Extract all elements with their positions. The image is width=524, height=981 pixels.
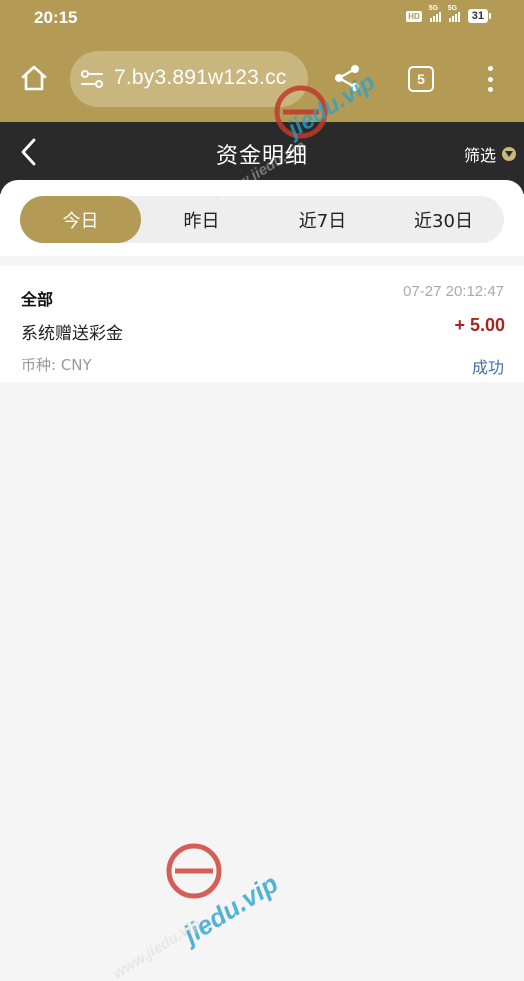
more-vert-icon[interactable] <box>482 66 498 92</box>
watermark-bottom: jiedu.vip www.jiedu.vip <box>80 820 320 981</box>
signal-icon: 5G <box>448 5 460 22</box>
watermark-url: www.jiedu.vip <box>110 915 204 981</box>
record-time: 07-27 20:12:47 <box>403 283 504 300</box>
filter-button[interactable]: 筛选 <box>464 142 516 166</box>
tab-last-7-days[interactable]: 近7日 <box>262 196 383 243</box>
record-currency: 币种: CNY <box>21 356 92 374</box>
filter-label: 筛选 <box>463 146 496 165</box>
site-settings-icon[interactable] <box>80 69 104 89</box>
record-amount: + 5.00 <box>454 315 505 335</box>
tab-today[interactable]: 今日 <box>20 196 141 243</box>
status-time: 20:15 <box>34 8 78 27</box>
hd-badge: HD <box>406 10 422 22</box>
record-type: 全部 <box>21 290 54 309</box>
browser-chrome: 20:15 HD 5G 5G 31 7.by3.891w123.cc 5 <box>0 0 524 122</box>
period-tab-card: 今日 昨日 近7日 近30日 <box>0 180 524 256</box>
tabs-icon[interactable]: 5 <box>408 66 434 92</box>
tab-last-30-days[interactable]: 近30日 <box>383 196 504 243</box>
status-badge: 成功 <box>471 358 504 377</box>
url-text[interactable]: 7.by3.891w123.cc <box>114 66 286 90</box>
list-item[interactable]: 全部 07-27 20:12:47 系统赠送彩金 + 5.00 币种: CNY … <box>0 266 524 382</box>
period-tab-bar: 今日 昨日 近7日 近30日 <box>20 196 504 243</box>
battery-icon: 31 <box>467 9 492 23</box>
status-icons: HD 5G 5G 31 <box>406 5 492 23</box>
page-title: 资金明细 <box>215 144 308 169</box>
watermark-logo-icon <box>166 843 222 899</box>
share-icon[interactable] <box>332 63 362 93</box>
watermark-site: jiedu.vip <box>178 868 284 950</box>
home-icon[interactable] <box>18 62 50 94</box>
url-bar[interactable]: 7.by3.891w123.cc <box>70 51 308 107</box>
chevron-down-icon <box>502 147 516 161</box>
tab-yesterday[interactable]: 昨日 <box>141 196 262 243</box>
signal-icon: 5G <box>429 5 441 22</box>
record-description: 系统赠送彩金 <box>21 324 123 344</box>
